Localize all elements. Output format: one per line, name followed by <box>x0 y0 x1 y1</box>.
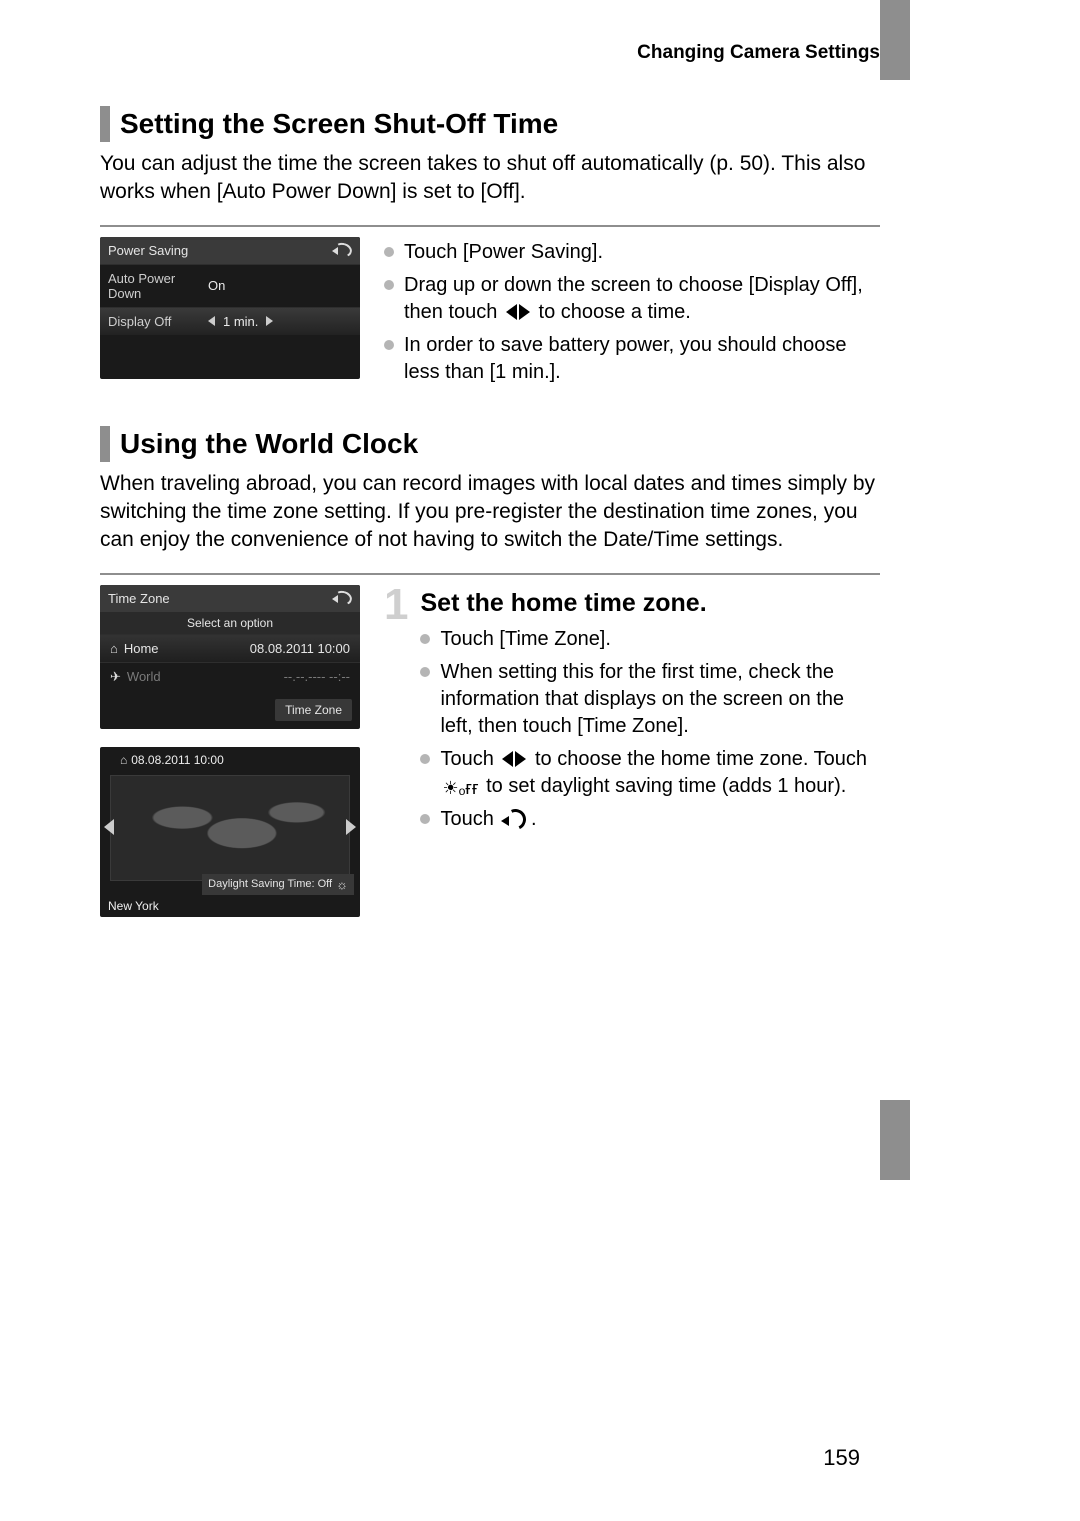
left-right-arrows-icon <box>502 751 526 767</box>
section-2-body: Time Zone Select an option ⌂Home 08.08.2… <box>100 585 880 917</box>
plane-icon: ✈ <box>110 669 121 685</box>
display-off-value-text: 1 min. <box>223 314 258 329</box>
step-text: Touch to choose the home time zone. Touc… <box>440 746 880 800</box>
bullet-icon <box>384 280 394 290</box>
divider <box>100 225 880 227</box>
house-icon: ⌂ <box>110 641 118 656</box>
right-arrow-icon <box>346 819 356 835</box>
bullet-icon <box>420 634 430 644</box>
sun-off-icon: ☼ <box>336 877 348 892</box>
step-text: Touch . <box>440 806 536 833</box>
display-off-label: Display Off <box>108 314 208 329</box>
left-arrow-icon <box>208 316 215 326</box>
power-saving-screen: Power Saving Auto Power Down On Display … <box>100 237 360 379</box>
auto-power-down-label: Auto Power Down <box>108 271 208 301</box>
world-map <box>110 775 350 881</box>
bullet-icon <box>420 667 430 677</box>
section-2-intro: When traveling abroad, you can record im… <box>100 470 880 555</box>
world-row-label: ✈World <box>110 669 161 685</box>
step-number: 1 <box>384 585 408 625</box>
divider <box>100 573 880 575</box>
section-1-intro: You can adjust the time the screen takes… <box>100 150 880 207</box>
display-off-value: 1 min. <box>208 314 352 329</box>
left-right-arrows-icon <box>506 304 530 320</box>
running-header: Changing Camera Settings <box>100 42 880 64</box>
heading-bar-icon <box>100 106 110 142</box>
section-1-body: Power Saving Auto Power Down On Display … <box>100 237 880 392</box>
back-icon <box>334 753 352 767</box>
bullet-icon <box>420 754 430 764</box>
return-icon <box>501 808 523 828</box>
heading-bar-icon <box>100 426 110 462</box>
auto-power-down-value: On <box>208 278 352 293</box>
home-row-label: ⌂Home <box>110 641 159 656</box>
world-row-date: --.--.---- --:-- <box>284 669 350 684</box>
lcd-subtitle: Select an option <box>100 612 360 634</box>
step-text: When setting this for the first time, ch… <box>440 659 880 740</box>
page-number: 159 <box>823 1445 860 1471</box>
step-text: In order to save battery power, you shou… <box>404 332 880 386</box>
time-zone-map-screen: 08.08.2011 10:00 Daylight Saving Time: O… <box>100 747 360 917</box>
manual-page: Changing Camera Settings Setting the Scr… <box>100 42 880 917</box>
map-datetime: 08.08.2011 10:00 <box>120 753 224 767</box>
bullet-icon <box>384 247 394 257</box>
step-text: Drag up or down the screen to choose [Di… <box>404 272 880 326</box>
section-1-title: Setting the Screen Shut-Off Time <box>120 108 558 140</box>
lcd-title: Time Zone <box>108 591 170 606</box>
lcd-title: Power Saving <box>108 243 188 258</box>
sun-off-icon: ☀ₒғғ <box>442 779 478 797</box>
map-city: New York <box>108 899 159 913</box>
step-title: Set the home time zone. <box>420 589 880 618</box>
home-row-date: 08.08.2011 10:00 <box>250 641 350 656</box>
section-1-heading: Setting the Screen Shut-Off Time <box>100 106 880 142</box>
dst-chip: Daylight Saving Time: Off ☼ <box>202 874 354 895</box>
bullet-icon <box>420 814 430 824</box>
time-zone-button: Time Zone <box>275 699 352 721</box>
section-2-heading: Using the World Clock <box>100 426 880 462</box>
bullet-icon <box>384 340 394 350</box>
right-arrow-icon <box>266 316 273 326</box>
step-1: 1 Set the home time zone. Touch [Time Zo… <box>384 585 880 839</box>
page-thumb-tab <box>880 0 910 80</box>
section-2-title: Using the World Clock <box>120 428 418 460</box>
step-1-bullets: Touch [Time Zone]. When setting this for… <box>420 626 880 833</box>
back-icon <box>334 243 352 257</box>
time-zone-menu-screen: Time Zone Select an option ⌂Home 08.08.2… <box>100 585 360 729</box>
side-thumb-tab <box>880 1100 910 1180</box>
step-text: Touch [Time Zone]. <box>440 626 610 653</box>
back-icon <box>334 591 352 605</box>
step-text: Touch [Power Saving]. <box>404 239 603 266</box>
section-1-steps: Touch [Power Saving]. Drag up or down th… <box>384 239 880 386</box>
left-arrow-icon <box>104 819 114 835</box>
